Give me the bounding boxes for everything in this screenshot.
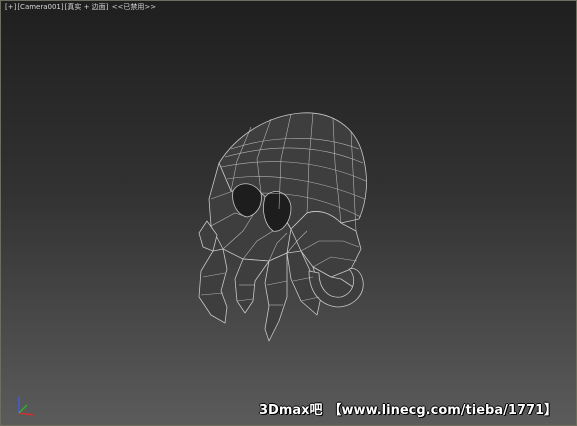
viewport-status-text[interactable]: <<已禁用>> xyxy=(112,3,156,11)
watermark: 3Dmax吧 【www.linecg.com/tieba/1771】 xyxy=(259,399,557,418)
y-axis-line xyxy=(18,404,28,414)
octopus-skull-wireframe-mesh[interactable] xyxy=(191,101,391,346)
watermark-url: 【www.linecg.com/tieba/1771】 xyxy=(328,403,558,418)
camera-viewport[interactable]: [+][Camera001][真实 + 边面] <<已禁用>> 3Dmax吧 【… xyxy=(0,0,577,426)
x-axis-line xyxy=(18,412,34,416)
viewport-camera-button[interactable]: [Camera001] xyxy=(17,3,63,11)
viewport-label: [+][Camera001][真实 + 边面] <<已禁用>> xyxy=(5,3,157,11)
viewport-shading-button[interactable]: [真实 + 边面] xyxy=(65,3,109,11)
watermark-brand: 3Dmax吧 xyxy=(259,403,323,418)
viewport-menu-button[interactable]: [+] xyxy=(5,3,16,11)
xyz-axis-icon xyxy=(18,397,34,416)
